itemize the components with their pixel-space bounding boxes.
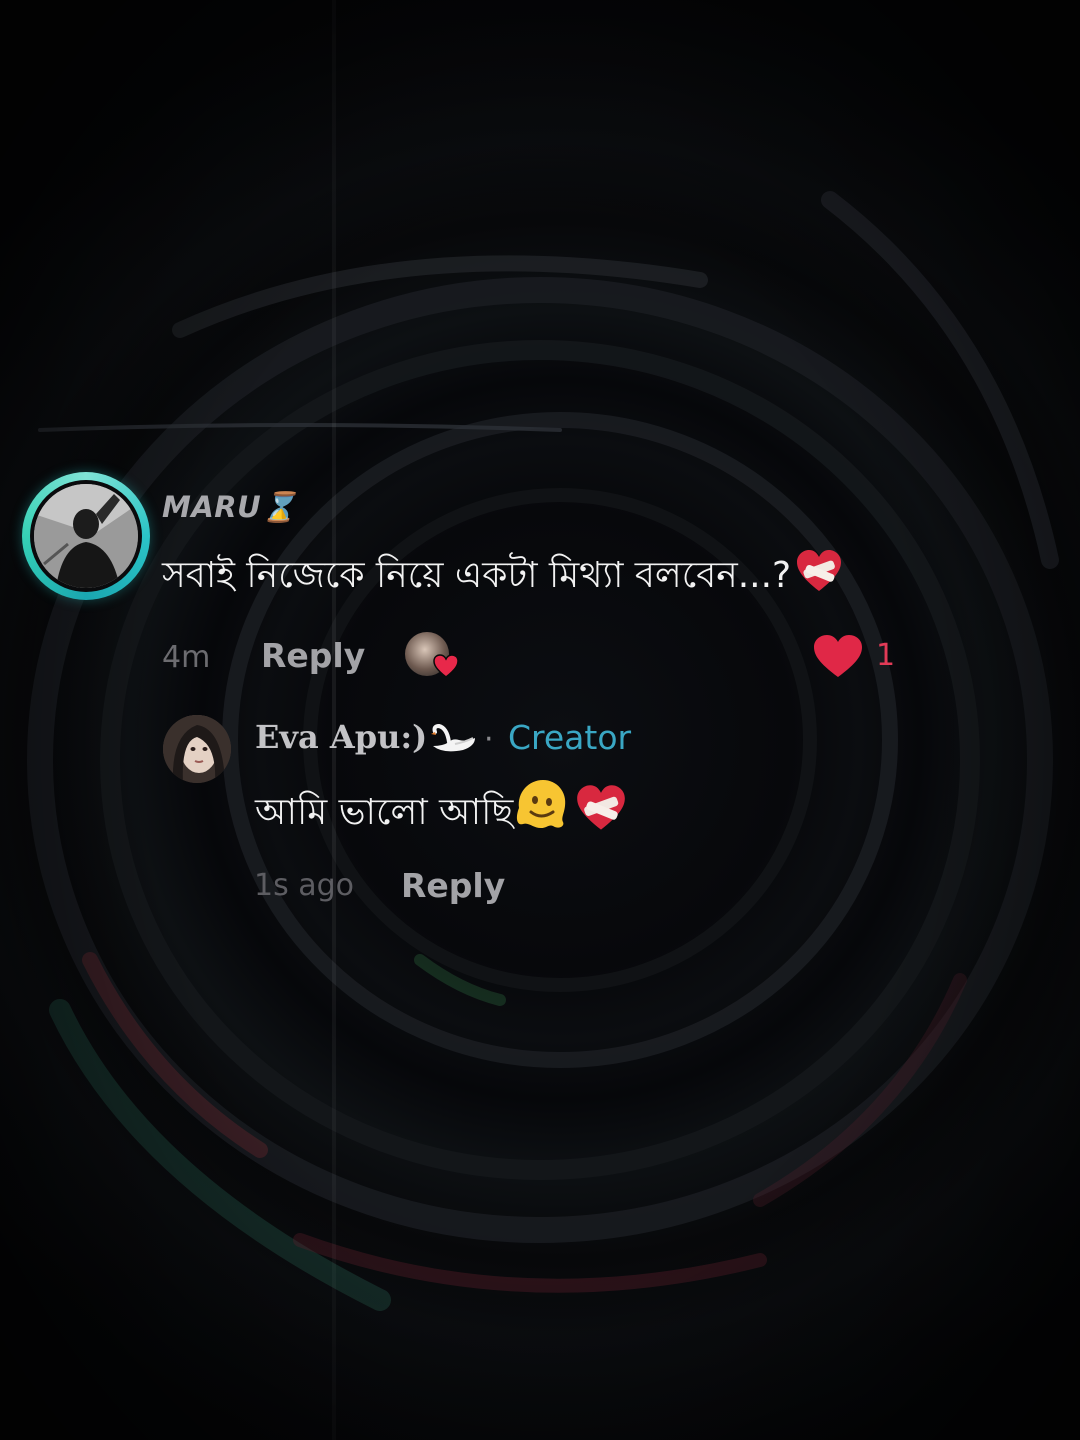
creator-badge: Creator <box>508 718 632 757</box>
creator-heart-icon <box>433 654 459 678</box>
comment-body: সবাই নিজেকে নিয়ে একটা মিথ্যা বলবেন...? <box>162 548 843 608</box>
swan-icon <box>429 720 477 762</box>
replier-username-text: Eva Apu:) <box>255 718 428 756</box>
replier-username[interactable]: Eva Apu:) <box>255 718 477 762</box>
commenter-avatar-photo <box>34 484 138 588</box>
reply-to-reply-button[interactable]: Reply <box>401 866 505 905</box>
like-heart-icon[interactable] <box>813 634 863 678</box>
mending-heart-icon <box>795 549 843 602</box>
like-count: 1 <box>876 638 896 673</box>
creator-liked-badge <box>405 632 459 680</box>
reply-body: আমি ভালো আছি <box>255 778 627 845</box>
name-separator: · <box>484 722 494 757</box>
commenter-username[interactable]: MARU⌛ <box>162 490 298 525</box>
mending-heart-icon <box>575 784 627 841</box>
reply-timestamp: 1s ago <box>254 868 355 903</box>
reply-text: আমি ভালো আছি <box>255 792 514 833</box>
reply-button[interactable]: Reply <box>261 636 365 675</box>
comment-screenshot: MARU⌛ সবাই নিজেকে নিয়ে একটা মিথ্যা বলবে… <box>0 0 1080 1440</box>
melting-face-icon <box>513 778 569 841</box>
replier-avatar[interactable] <box>163 715 231 783</box>
comment-text: সবাই নিজেকে নিয়ে একটা মিথ্যা বলবেন...? <box>162 555 792 596</box>
commenter-avatar[interactable] <box>22 472 150 600</box>
comment-timestamp: 4m <box>162 640 211 675</box>
